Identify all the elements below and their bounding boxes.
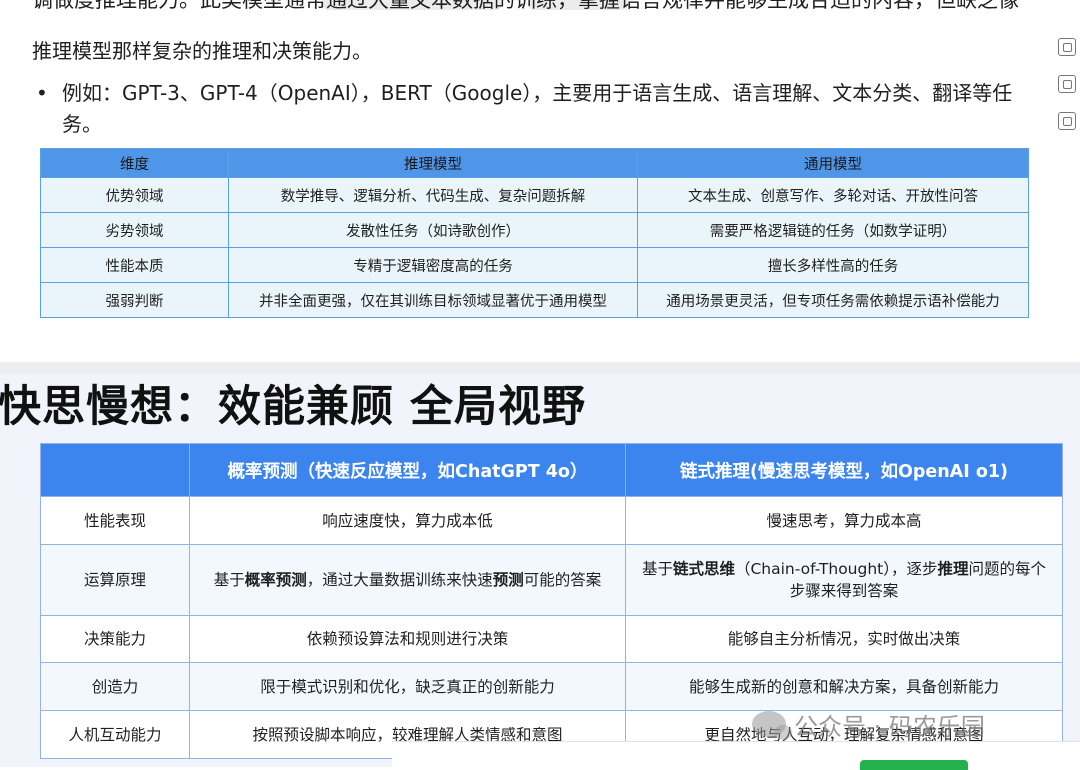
article-paragraph: 推理模型那样复杂的推理和决策能力。 (32, 39, 372, 63)
table-row: 性能表现 响应速度快，算力成本低 慢速思考，算力成本高 (40, 496, 1063, 545)
cell-emphasis: 链式思维 (672, 560, 735, 578)
bottom-bar (392, 741, 1080, 768)
copy-icon[interactable] (1058, 112, 1076, 130)
table-cell: 优势领域 (40, 177, 229, 213)
table-header-row: 概率预测（快速反应模型，如ChatGPT 4o） 链式推理(慢速思考模型，如Op… (40, 443, 1063, 497)
table-row: 决策能力 依赖预设算法和规则进行决策 能够自主分析情况，实时做出决策 (40, 615, 1063, 663)
slide-title: 快思慢想：效能兼顾 全局视野 (0, 382, 586, 432)
row-label: 决策能力 (40, 615, 190, 663)
bullet-icon: • (36, 81, 48, 105)
table-header: 通用模型 (637, 148, 1029, 178)
article-cut-line: 调做度推理能力。此类模型通常通过大量文本数据的训练，掌握语言规律并能够生成合适的… (32, 0, 1019, 12)
action-button[interactable] (860, 760, 968, 770)
table-cell: 需要严格逻辑链的任务（如数学证明） (637, 212, 1029, 248)
table-cell: 擅长多样性高的任务 (637, 247, 1029, 283)
table-header: 链式推理(慢速思考模型，如OpenAI o1) (625, 443, 1063, 497)
table-row: 劣势领域 发散性任务（如诗歌创作） 需要严格逻辑链的任务（如数学证明） (40, 212, 1029, 248)
table-cell: 基于链式思维（Chain-of-Thought），逐步推理问题的每个步骤来得到答… (625, 544, 1063, 616)
table-header-row: 维度 推理模型 通用模型 (40, 148, 1029, 178)
article-panel: 调做度推理能力。此类模型通常通过大量文本数据的训练，掌握语言规律并能够生成合适的… (0, 0, 1080, 362)
section-divider (0, 362, 1080, 374)
cell-text: 基于 (213, 571, 245, 589)
table-cell: 性能本质 (40, 247, 229, 283)
table-header: 推理模型 (228, 148, 638, 178)
row-label: 创造力 (40, 662, 190, 711)
table-row: 性能本质 专精于逻辑密度高的任务 擅长多样性高的任务 (40, 247, 1029, 283)
table-cell: 发散性任务（如诗歌创作） (228, 212, 638, 248)
table-cell: 文本生成、创意写作、多轮对话、开放性问答 (637, 177, 1029, 213)
table-cell: 强弱判断 (40, 282, 229, 318)
cell-emphasis: 预测 (492, 571, 524, 589)
list-item-text: 例如：GPT-3、GPT-4（OpenAI），BERT（Google），主要用于… (62, 81, 1013, 136)
model-comparison-table: 维度 推理模型 通用模型 优势领域 数学推导、逻辑分析、代码生成、复杂问题拆解 … (40, 148, 1029, 318)
table-cell: 劣势领域 (40, 212, 229, 248)
table-cell: 限于模式识别和优化，缺乏真正的创新能力 (189, 662, 626, 711)
table-cell: 响应速度快，算力成本低 (189, 496, 626, 545)
row-label: 运算原理 (40, 544, 190, 616)
table-cell: 通用场景更灵活，但专项任务需依赖提示语补偿能力 (637, 282, 1029, 318)
table-cell: 基于概率预测，通过大量数据训练来快速预测可能的答案 (189, 544, 626, 616)
cell-text: 可能的答案 (523, 571, 602, 589)
table-cell: 专精于逻辑密度高的任务 (228, 247, 638, 283)
cell-text: 基于 (641, 560, 673, 578)
row-label: 性能表现 (40, 496, 190, 545)
watermark-text: 公众号 · 码农乐园 (794, 712, 985, 741)
cell-text: ，通过大量数据训练来快速 (306, 571, 493, 589)
table-cell: 依赖预设算法和规则进行决策 (189, 615, 626, 663)
list-item: • 例如：GPT-3、GPT-4（OpenAI），BERT（Google），主要… (32, 78, 1032, 140)
table-cell: 慢速思考，算力成本高 (625, 496, 1063, 545)
table-cell: 能够自主分析情况，实时做出决策 (625, 615, 1063, 663)
copy-icon[interactable] (1058, 75, 1076, 93)
slide-image: 快思慢想：效能兼顾 全局视野 概率预测（快速反应模型，如ChatGPT 4o） … (0, 374, 1080, 767)
side-toolbar (1058, 38, 1080, 149)
copy-icon[interactable] (1058, 38, 1076, 56)
table-cell: 并非全面更强，仅在其训练目标领域显著优于通用模型 (228, 282, 638, 318)
wechat-icon (752, 711, 792, 740)
cell-emphasis: 推理 (937, 560, 969, 578)
table-header (40, 443, 190, 497)
table-row: 强弱判断 并非全面更强，仅在其训练目标领域显著优于通用模型 通用场景更灵活，但专… (40, 282, 1029, 318)
cell-emphasis: 概率预测 (244, 571, 307, 589)
table-row: 运算原理 基于概率预测，通过大量数据训练来快速预测可能的答案 基于链式思维（Ch… (40, 544, 1063, 616)
cell-text: （Chain-of-Thought），逐步 (734, 560, 938, 578)
table-header: 维度 (40, 148, 229, 178)
table-row: 优势领域 数学推导、逻辑分析、代码生成、复杂问题拆解 文本生成、创意写作、多轮对… (40, 177, 1029, 213)
row-label: 人机互动能力 (40, 710, 190, 759)
table-header: 概率预测（快速反应模型，如ChatGPT 4o） (189, 443, 626, 497)
table-cell: 数学推导、逻辑分析、代码生成、复杂问题拆解 (228, 177, 638, 213)
watermark: 公众号 · 码农乐园 (752, 704, 985, 744)
